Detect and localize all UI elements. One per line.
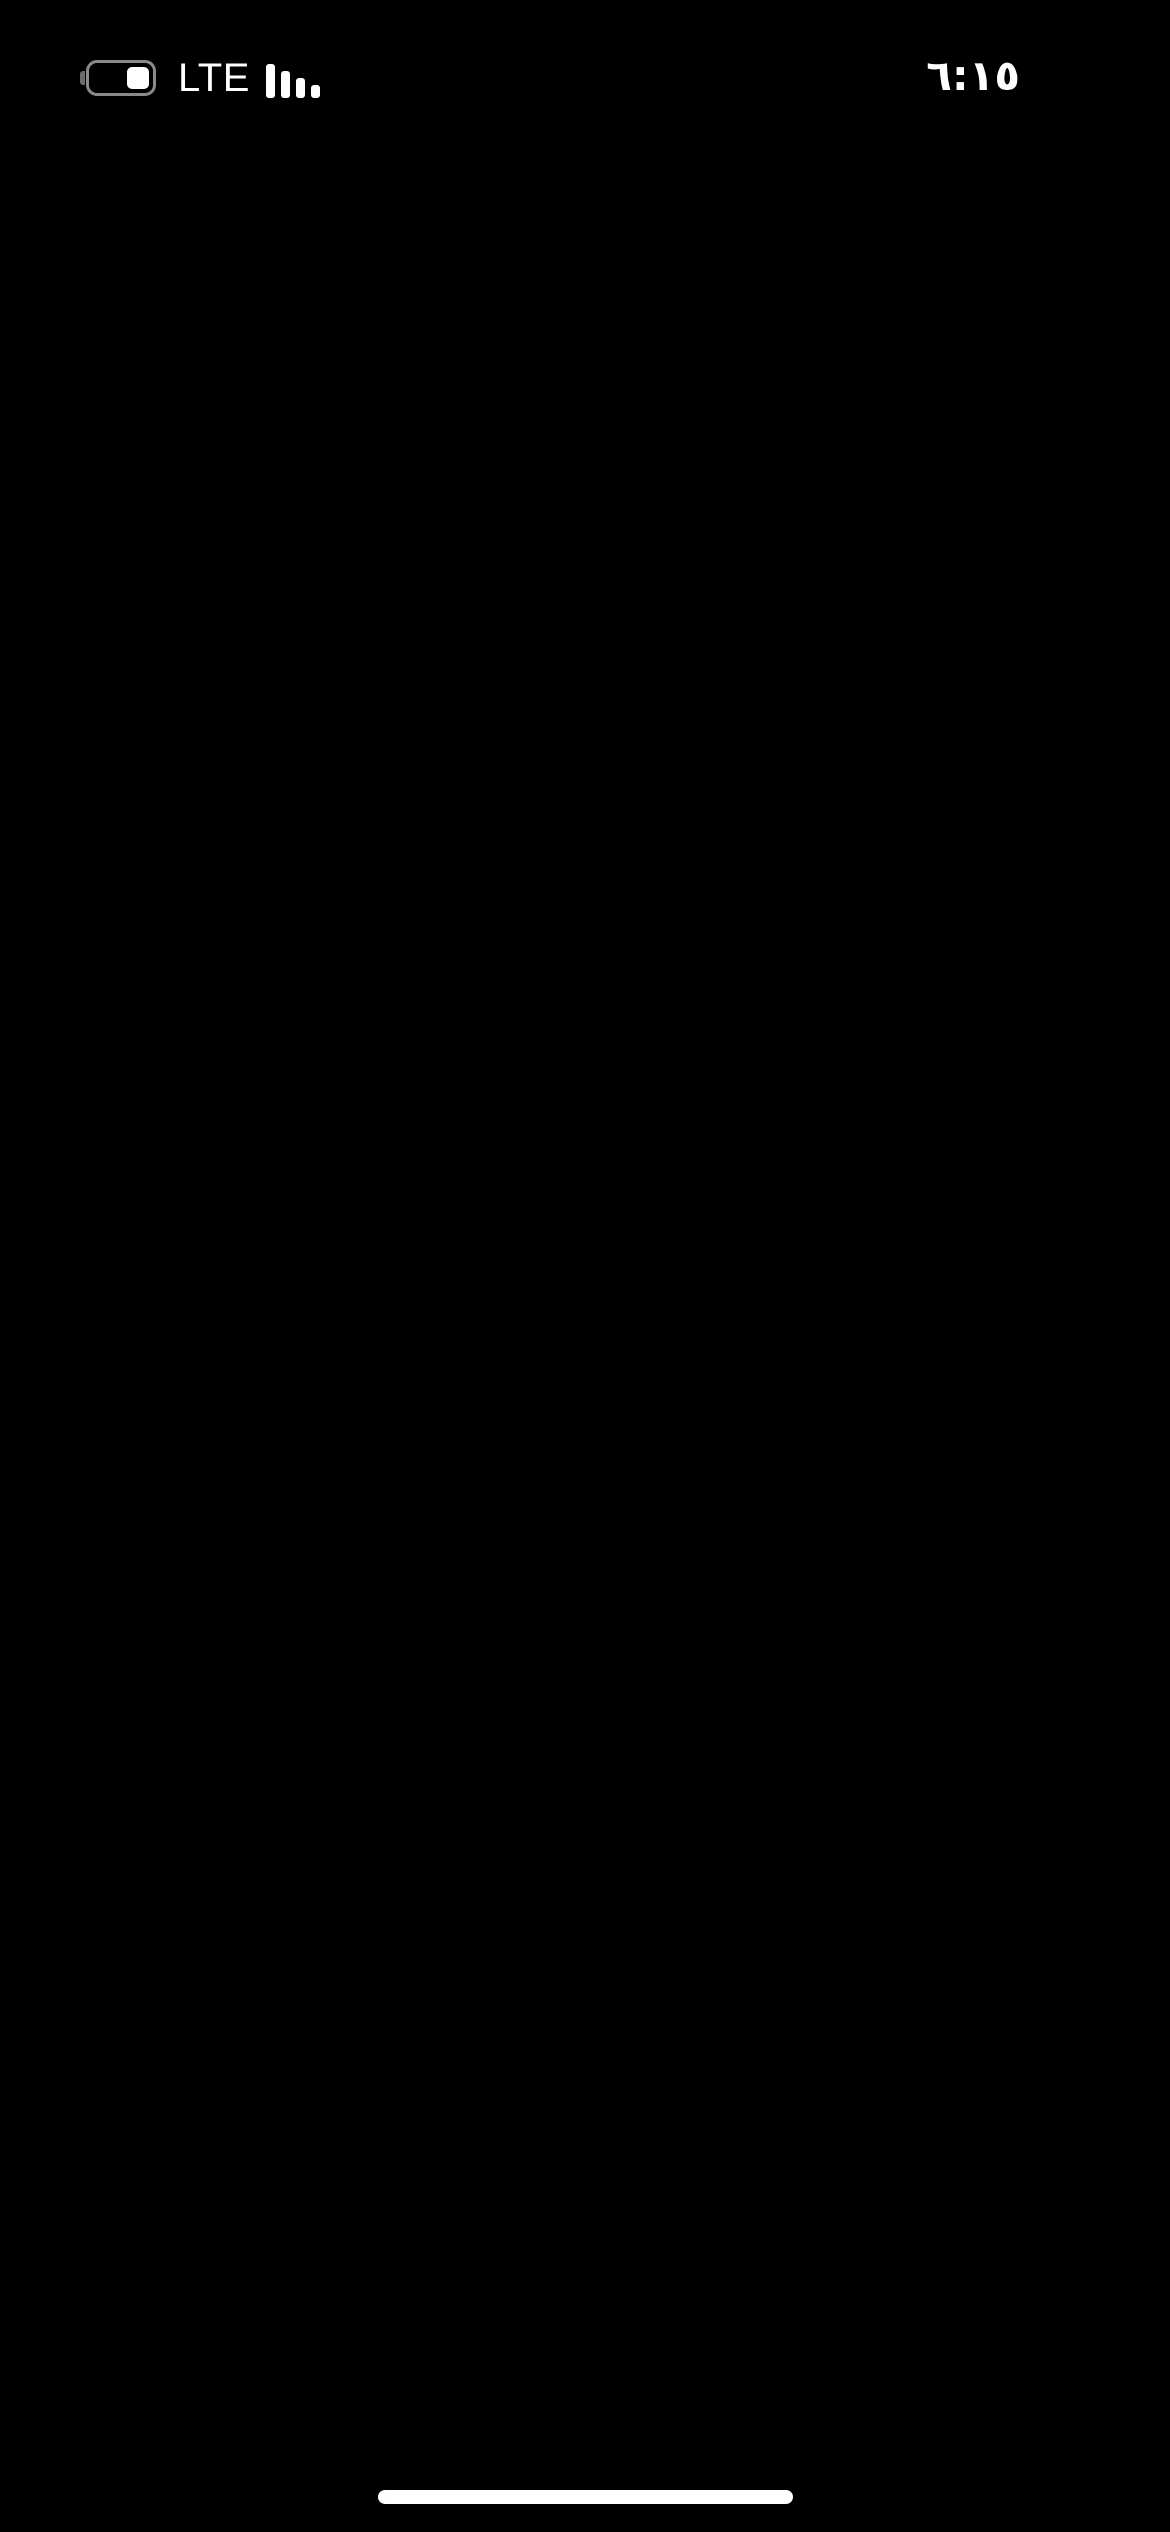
signal-bar [295, 78, 305, 98]
status-bar: LTE ٦:١٥ [0, 0, 1170, 150]
battery-fill [127, 67, 149, 89]
home-indicator[interactable] [378, 2490, 793, 2504]
signal-strength-icon [265, 58, 320, 98]
status-time: ٦:١٥ [926, 51, 1020, 100]
battery-icon [80, 57, 160, 99]
status-indicators: LTE [80, 56, 320, 100]
battery-cap [80, 71, 85, 85]
network-type-label: LTE [178, 56, 250, 100]
screen: LTE ٦:١٥ [0, 0, 1170, 2532]
signal-bar [280, 71, 290, 98]
signal-bar [265, 64, 275, 98]
battery-body [86, 60, 156, 96]
signal-bar [310, 85, 320, 98]
main-content [0, 150, 1170, 2450]
